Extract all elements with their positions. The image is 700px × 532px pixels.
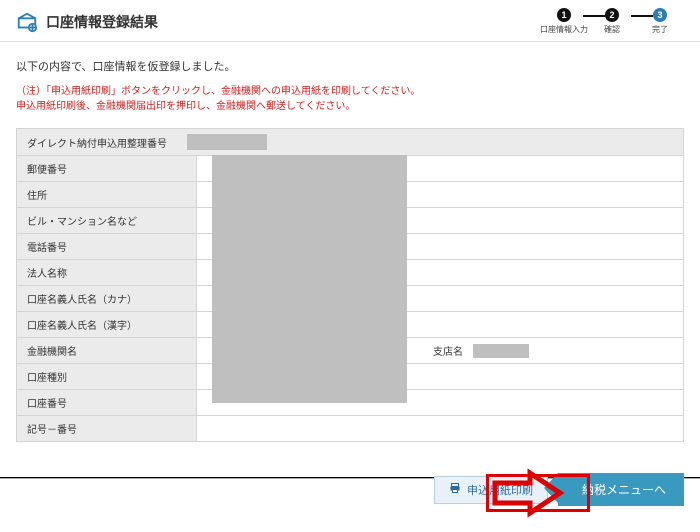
intro-text: 以下の内容で、口座情報を仮登録しました。 xyxy=(16,58,684,74)
branch-value xyxy=(473,344,529,358)
page-title: 口座情報登録結果 xyxy=(46,12,158,32)
branch-label: 支店名 xyxy=(423,343,473,358)
progress-steps: 1口座情報入力 2確認 3完了 xyxy=(540,8,684,35)
print-application-button[interactable]: 申込用紙印刷 xyxy=(434,476,548,504)
redacted-values-mask xyxy=(212,155,407,403)
warning-note: （注）「申込用紙印刷」ボタンをクリックし、金融機関への申込用紙を印刷してください… xyxy=(16,84,684,114)
reference-number-row: ダイレクト納付申込用整理番号 xyxy=(16,128,684,155)
bank-icon xyxy=(16,11,38,33)
tax-menu-button[interactable]: 納税メニューへ xyxy=(558,473,684,506)
printer-icon xyxy=(449,482,461,497)
reference-number-value xyxy=(187,134,267,150)
